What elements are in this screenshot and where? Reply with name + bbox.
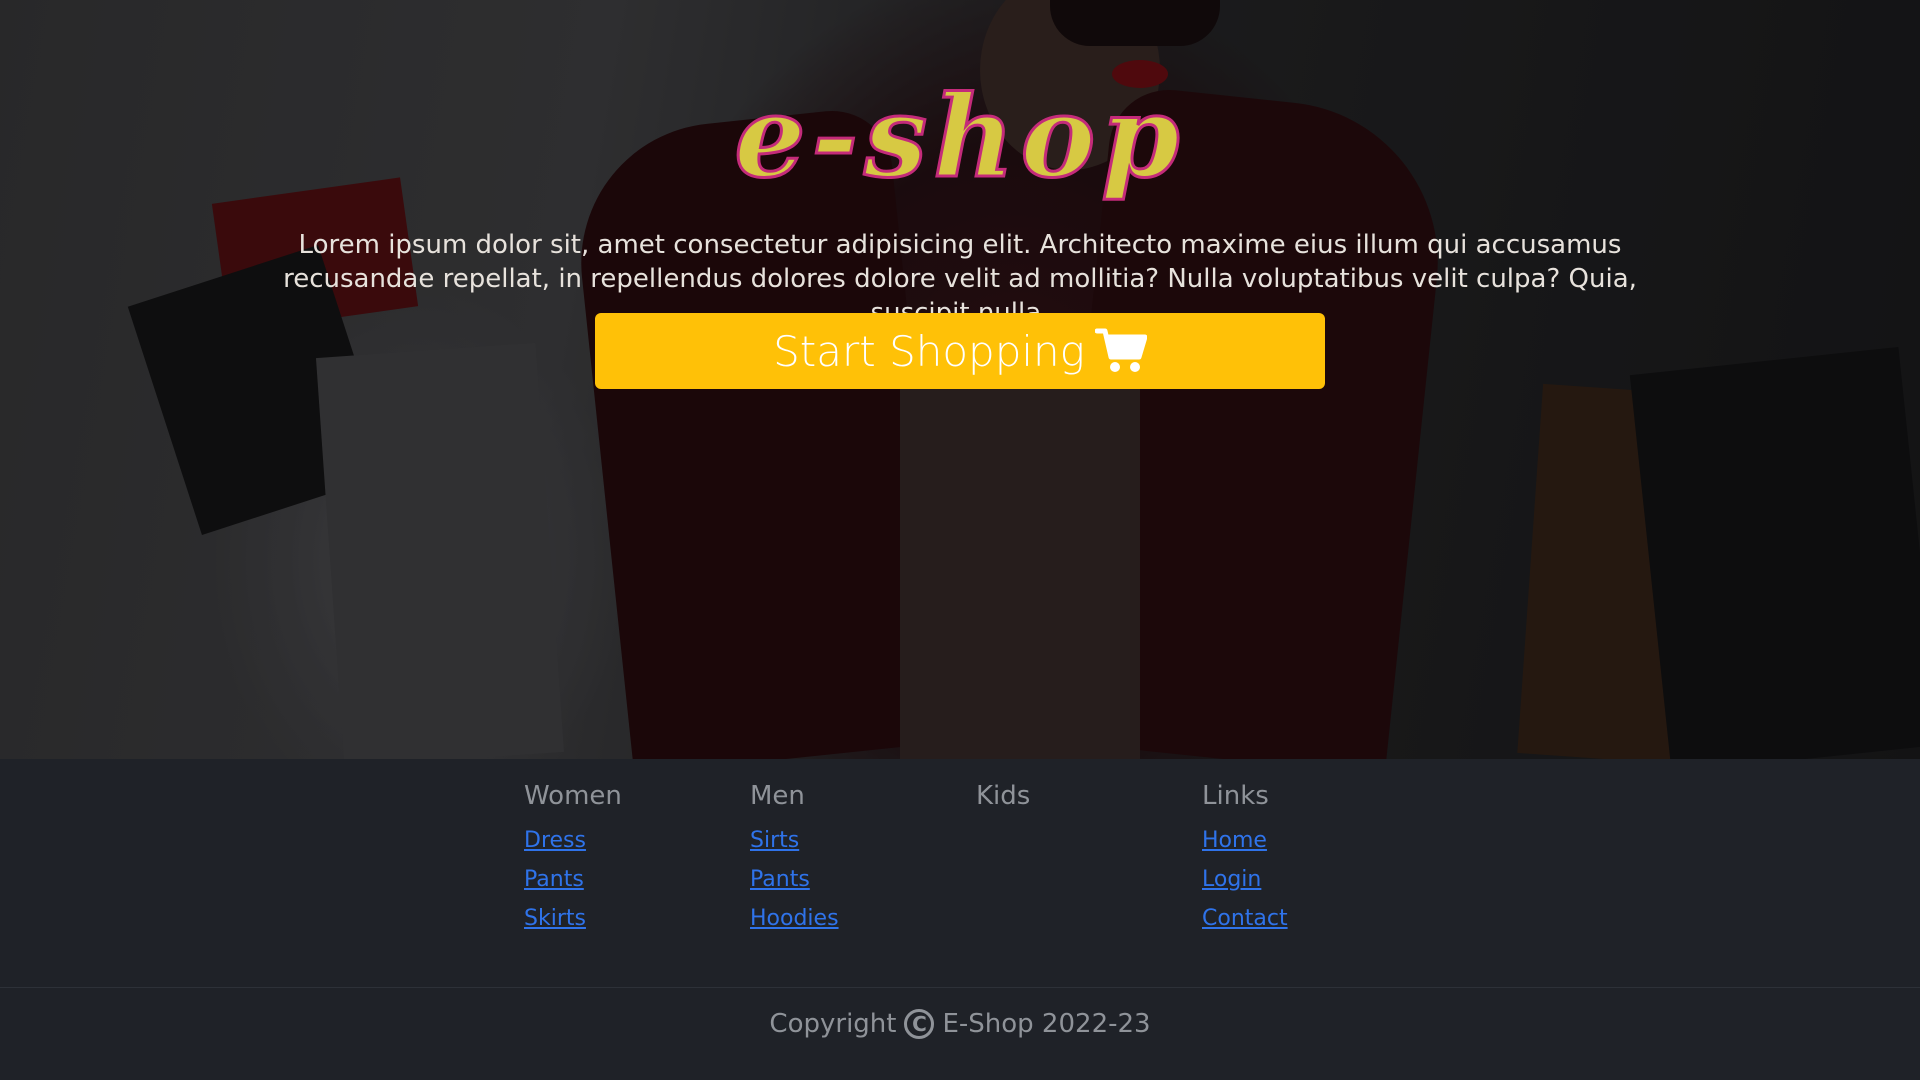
- footer-heading-kids: Kids: [976, 781, 1031, 811]
- footer-link-login[interactable]: Login: [1202, 867, 1261, 892]
- footer-link-men-pants[interactable]: Pants: [750, 867, 810, 892]
- footer-heading-women: Women: [524, 781, 622, 811]
- site-footer: Women Dress Pants Skirts Men Sirts Pants…: [0, 759, 1920, 1080]
- hero-section: e-shop Lorem ipsum dolor sit, amet conse…: [0, 0, 1920, 759]
- footer-link-skirts[interactable]: Skirts: [524, 906, 586, 931]
- footer-link-hoodies[interactable]: Hoodies: [750, 906, 839, 931]
- footer-column-kids: Kids: [976, 779, 1202, 944]
- footer-link-shirts[interactable]: Sirts: [750, 828, 799, 853]
- copyright-prefix: Copyright: [769, 1009, 897, 1039]
- footer-divider: [0, 987, 1920, 988]
- footer-heading-men: Men: [750, 781, 805, 811]
- footer-link-contact[interactable]: Contact: [1202, 906, 1288, 931]
- start-shopping-label: Start Shopping: [773, 326, 1085, 376]
- footer-column-women: Women Dress Pants Skirts: [524, 779, 750, 944]
- site-logo: e-shop: [733, 72, 1186, 203]
- footer-columns: Women Dress Pants Skirts Men Sirts Pants…: [524, 779, 1428, 944]
- footer-link-home[interactable]: Home: [1202, 828, 1267, 853]
- footer-column-links: Links Home Login Contact: [1202, 779, 1428, 944]
- footer-links-general: Home Login Contact: [1202, 827, 1428, 933]
- footer-heading-links: Links: [1202, 781, 1269, 811]
- copyright-notice: Copyright C E-Shop 2022-23: [0, 1009, 1920, 1039]
- footer-link-women-pants[interactable]: Pants: [524, 867, 584, 892]
- footer-links-women: Dress Pants Skirts: [524, 827, 750, 933]
- footer-link-dress[interactable]: Dress: [524, 828, 586, 853]
- copyright-text: E-Shop 2022-23: [942, 1009, 1151, 1039]
- copyright-icon: C: [904, 1009, 935, 1039]
- start-shopping-button[interactable]: Start Shopping: [595, 313, 1325, 389]
- footer-column-men: Men Sirts Pants Hoodies: [750, 779, 976, 944]
- shopping-cart-icon: [1094, 327, 1147, 375]
- footer-links-men: Sirts Pants Hoodies: [750, 827, 976, 933]
